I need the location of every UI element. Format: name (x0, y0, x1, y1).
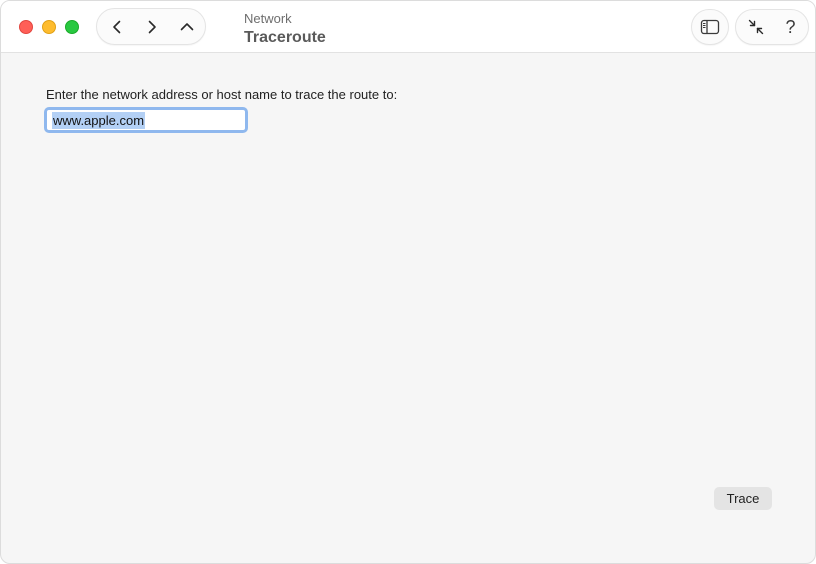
chevron-right-icon (148, 20, 156, 33)
help-button[interactable]: ? (772, 10, 809, 44)
zoom-window-button[interactable] (65, 20, 79, 34)
address-field-container: www.apple.com (44, 107, 248, 133)
window-subtitle: Network (244, 11, 292, 26)
address-input[interactable]: www.apple.com (52, 112, 146, 129)
window-tools-group: ? (735, 9, 809, 45)
chevron-up-icon (180, 22, 194, 30)
shrink-arrows-icon (748, 19, 763, 35)
navigation-group (96, 8, 206, 45)
sidebar-icon (700, 19, 720, 35)
shrink-window-button[interactable] (737, 10, 774, 44)
toggle-sidebar-button[interactable] (691, 9, 729, 45)
trace-button[interactable]: Trace (714, 487, 772, 510)
chevron-left-icon (113, 20, 121, 33)
title-bar: Network Traceroute ? (1, 1, 815, 53)
address-prompt-label: Enter the network address or host name t… (46, 87, 398, 102)
close-window-button[interactable] (19, 20, 33, 34)
window-title: Traceroute (244, 29, 326, 46)
up-button[interactable] (170, 9, 204, 44)
traceroute-pane: Enter the network address or host name t… (1, 53, 815, 563)
back-button[interactable] (100, 9, 134, 44)
minimize-window-button[interactable] (42, 20, 56, 34)
window-title-block: Network Traceroute (244, 11, 326, 48)
app-window: Network Traceroute ? Enter the network a… (0, 0, 816, 564)
forward-button[interactable] (135, 9, 169, 44)
